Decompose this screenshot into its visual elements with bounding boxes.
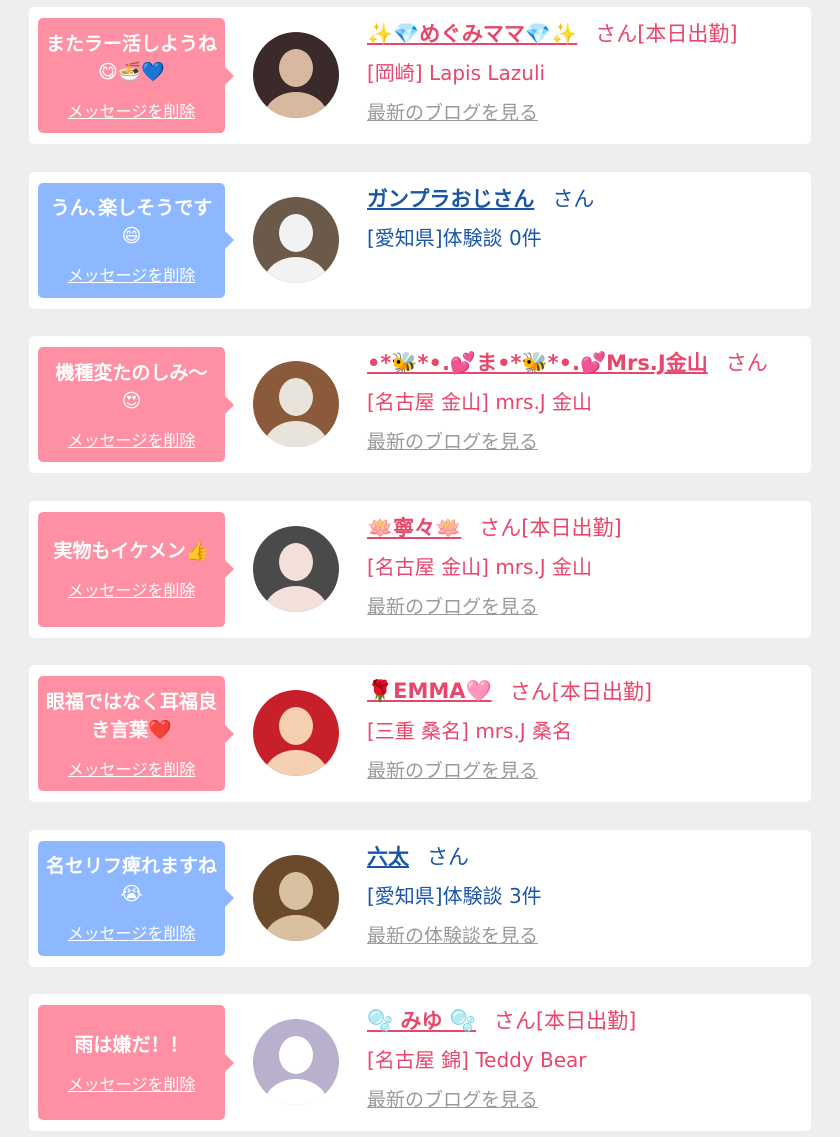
user-info: ✨💎めぐみママ💎✨ さん[本日出勤] [岡崎] Lapis Lazuli 最新の… (367, 19, 801, 124)
latest-link[interactable]: 最新のブログを見る (367, 427, 801, 453)
avatar[interactable] (253, 1019, 339, 1105)
user-info: ガンプラおじさん さん [愛知県]体験談 0件 (367, 184, 801, 289)
user-info: 🪷寧々🪷 さん[本日出勤] [名古屋 金山] mrs.J 金山 最新のブログを見… (367, 513, 801, 618)
message-bubble: またラー活しようね😋🍜💙 メッセージを削除 (38, 18, 234, 133)
user-name-link[interactable]: ✨💎めぐみママ💎✨ (367, 18, 577, 48)
user-info: •*🐝*•.💕ま•*🐝*•.💕Mrs.J金山 さん [名古屋 金山] mrs.J… (367, 348, 801, 453)
delete-message-link[interactable]: メッセージを削除 (68, 1071, 196, 1095)
message-card: うん､楽しそうです😄 メッセージを削除 ガンプラおじさん さん [愛知県]体験談… (29, 171, 811, 309)
user-name-link[interactable]: ガンプラおじさん (367, 183, 534, 213)
user-detail: [名古屋 錦] Teddy Bear (367, 1048, 587, 1072)
delete-message-link[interactable]: メッセージを削除 (68, 427, 196, 451)
user-suffix: さん[本日出勤] (509, 680, 653, 704)
user-name-link[interactable]: 🪷寧々🪷 (367, 512, 461, 542)
message-bubble: 雨は嫌だ！！ メッセージを削除 (38, 1005, 234, 1120)
latest-link[interactable]: 最新のブログを見る (367, 98, 801, 124)
message-list: またラー活しようね😋🍜💙 メッセージを削除 ✨💎めぐみママ💎✨ さん[本日出勤]… (0, 0, 840, 1131)
user-detail: [愛知県]体験談 0件 (367, 225, 542, 250)
user-suffix: さん (725, 351, 768, 375)
message-text: またラー活しようね😋🍜💙 (46, 32, 218, 83)
user-suffix: さん (427, 844, 469, 869)
user-name-link[interactable]: 六太 (367, 841, 409, 871)
user-detail: [名古屋 金山] mrs.J 金山 (367, 554, 593, 579)
message-bubble: 機種変たのしみ〜😍 メッセージを削除 (38, 347, 234, 462)
message-bubble: 実物もイケメン👍 メッセージを削除 (38, 511, 234, 627)
delete-message-link[interactable]: メッセージを削除 (68, 98, 196, 122)
message-text: 実物もイケメン👍 (53, 540, 210, 562)
message-card: 眼福ではなく耳福良き言葉❤️ メッセージを削除 🌹EMMA🩷 さん[本日出勤] … (29, 665, 811, 802)
user-name-link[interactable]: 🌹EMMA🩷 (367, 679, 492, 704)
message-card: 名セリフ痺れますね😭 メッセージを削除 六太 さん [愛知県]体験談 3件 最新… (29, 829, 811, 967)
user-detail: [岡崎] Lapis Lazuli (367, 61, 546, 85)
message-card: 実物もイケメン👍 メッセージを削除 🪷寧々🪷 さん[本日出勤] [名古屋 金山]… (29, 500, 811, 638)
message-text: 名セリフ痺れますね😭 (46, 855, 218, 905)
latest-link[interactable]: 最新のブログを見る (367, 756, 801, 782)
user-detail: [名古屋 金山] mrs.J 金山 (367, 390, 593, 414)
latest-link[interactable]: 最新の体験談を見る (367, 921, 801, 947)
user-suffix: さん[本日出勤] (479, 515, 622, 540)
user-detail: [愛知県]体験談 3件 (367, 883, 542, 908)
user-suffix: さん (552, 186, 595, 211)
user-suffix: さん[本日出勤] (493, 1009, 637, 1033)
avatar[interactable] (253, 32, 339, 118)
delete-message-link[interactable]: メッセージを削除 (68, 577, 196, 601)
avatar[interactable] (253, 854, 339, 941)
message-text: 雨は嫌だ！！ (74, 1033, 189, 1056)
user-info: 🌹EMMA🩷 さん[本日出勤] [三重 桑名] mrs.J 桑名 最新のブログを… (367, 677, 801, 783)
user-detail: [三重 桑名] mrs.J 桑名 (367, 719, 573, 743)
user-name-link[interactable]: 🫧 みゆ 🫧 (367, 1005, 476, 1035)
message-card: 機種変たのしみ〜😍 メッセージを削除 •*🐝*•.💕ま•*🐝*•.💕Mrs.J金… (29, 336, 811, 473)
avatar[interactable] (253, 361, 339, 447)
message-text: うん､楽しそうです😄 (50, 197, 213, 247)
message-text: 眼福ではなく耳福良き言葉❤️ (46, 690, 218, 741)
delete-message-link[interactable]: メッセージを削除 (68, 920, 196, 944)
message-bubble: 眼福ではなく耳福良き言葉❤️ メッセージを削除 (38, 676, 234, 791)
user-info: 六太 さん [愛知県]体験談 3件 最新の体験談を見る (367, 842, 801, 947)
user-name-link[interactable]: •*🐝*•.💕ま•*🐝*•.💕Mrs.J金山 (367, 347, 708, 377)
avatar[interactable] (253, 690, 339, 776)
user-info: 🫧 みゆ 🫧 さん[本日出勤] [名古屋 錦] Teddy Bear 最新のブロ… (367, 1006, 801, 1111)
latest-link[interactable]: 最新のブログを見る (367, 592, 801, 618)
message-text: 機種変たのしみ〜😍 (55, 361, 208, 412)
avatar[interactable] (253, 196, 339, 283)
latest-link[interactable]: 最新のブログを見る (367, 1085, 801, 1111)
message-card: またラー活しようね😋🍜💙 メッセージを削除 ✨💎めぐみママ💎✨ さん[本日出勤]… (29, 7, 811, 144)
message-bubble: うん､楽しそうです😄 メッセージを削除 (38, 182, 234, 298)
avatar[interactable] (253, 525, 339, 612)
message-card: 雨は嫌だ！！ メッセージを削除 🫧 みゆ 🫧 さん[本日出勤] [名古屋 錦] … (29, 994, 811, 1131)
delete-message-link[interactable]: メッセージを削除 (68, 756, 196, 780)
latest-link[interactable] (367, 263, 801, 289)
user-suffix: さん[本日出勤] (595, 22, 738, 46)
delete-message-link[interactable]: メッセージを削除 (68, 262, 196, 286)
message-bubble: 名セリフ痺れますね😭 メッセージを削除 (38, 840, 234, 956)
